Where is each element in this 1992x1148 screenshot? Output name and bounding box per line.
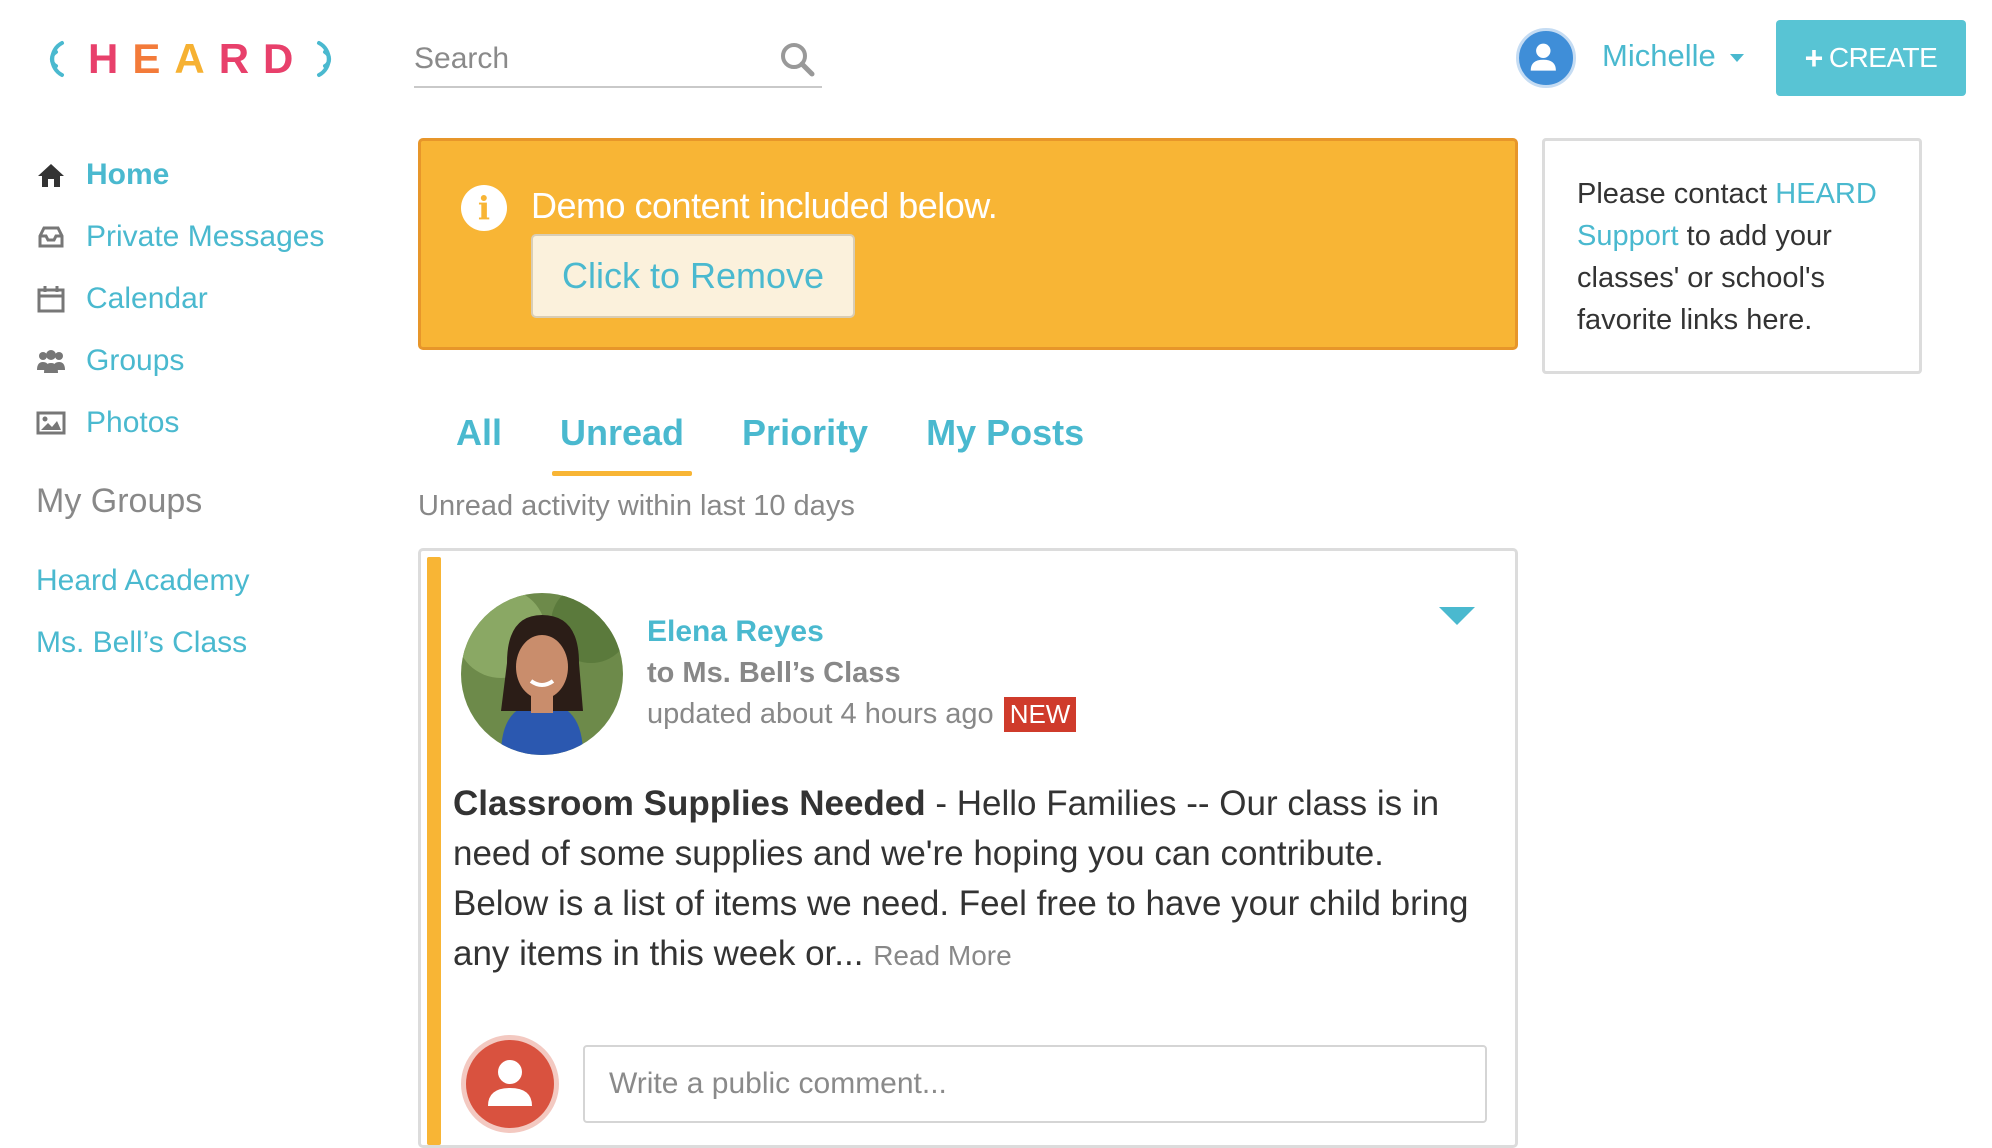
photo-icon (36, 408, 66, 438)
wave-left-icon (49, 41, 64, 77)
sidebar-item-private-messages[interactable]: Private Messages (36, 206, 356, 268)
chevron-down-icon[interactable] (1439, 607, 1475, 625)
tab-priority[interactable]: Priority (742, 412, 868, 466)
sidebar-item-photos[interactable]: Photos (36, 392, 356, 454)
user-avatar[interactable] (1516, 28, 1576, 88)
feed-subtitle: Unread activity within last 10 days (418, 490, 855, 522)
create-button[interactable]: + CREATE (1776, 20, 1966, 96)
author-avatar[interactable] (461, 593, 623, 755)
post-separator: - (925, 784, 957, 823)
post-title[interactable]: Classroom Supplies Needed (453, 784, 926, 823)
post-body: Classroom Supplies Needed - Hello Famili… (453, 779, 1483, 981)
wave-right-icon (317, 41, 332, 77)
sidebar-item-label: Private Messages (86, 220, 325, 253)
sidebar-item-label: Photos (86, 406, 180, 439)
demo-banner: i Demo content included below. Click to … (418, 138, 1518, 350)
search-input[interactable] (414, 36, 754, 82)
user-name: Michelle (1602, 38, 1716, 73)
favorites-text-before: Please contact (1577, 178, 1776, 210)
tab-my-posts[interactable]: My Posts (926, 412, 1084, 466)
favorite-links-box: Please contact HEARD Support to add your… (1542, 138, 1922, 374)
logo-letter: D (263, 35, 308, 82)
unread-stripe (427, 557, 441, 1145)
post-audience: to Ms. Bell’s Class (647, 657, 901, 689)
home-icon (36, 160, 66, 190)
info-icon: i (461, 185, 507, 231)
logo-letter: R (218, 35, 264, 82)
post-meta: updated about 4 hours ago NEW (647, 697, 1077, 732)
users-icon (36, 346, 66, 376)
inbox-icon (36, 222, 66, 252)
commenter-avatar (461, 1035, 559, 1133)
post-author[interactable]: Elena Reyes (647, 615, 824, 649)
plus-icon: + (1804, 39, 1824, 76)
heard-logo[interactable]: HEARD (42, 34, 339, 84)
new-badge: NEW (1003, 697, 1077, 732)
logo-letter: E (132, 35, 175, 82)
sidebar-item-home[interactable]: Home (36, 144, 356, 206)
feed-tabs: All Unread Priority My Posts (456, 412, 1142, 476)
sidebar-item-label: Calendar (86, 282, 208, 315)
user-menu[interactable]: Michelle (1602, 36, 1744, 76)
search-icon[interactable] (778, 40, 818, 80)
search-bar (414, 36, 822, 88)
logo-letter: H (88, 35, 133, 82)
group-link-heard-academy[interactable]: Heard Academy (36, 564, 249, 598)
calendar-icon (36, 284, 66, 314)
logo-letter: A (174, 35, 219, 82)
read-more-link[interactable]: Read More (873, 940, 1012, 971)
sidebar-item-calendar[interactable]: Calendar (36, 268, 356, 330)
remove-demo-button[interactable]: Click to Remove (531, 234, 855, 318)
post-card: Elena Reyes to Ms. Bell’s Class updated … (418, 548, 1518, 1148)
sidebar-item-groups[interactable]: Groups (36, 330, 356, 392)
user-icon (1530, 43, 1556, 71)
banner-message: Demo content included below. (531, 185, 998, 226)
sidebar-item-label: Groups (86, 344, 185, 377)
logo-text: HEARD (88, 34, 307, 84)
tab-unread[interactable]: Unread (552, 412, 693, 476)
create-label: CREATE (1828, 42, 1938, 73)
my-groups-heading: My Groups (36, 482, 203, 520)
post-timestamp: updated about 4 hours ago (647, 698, 994, 730)
sidebar-nav: Home Private Messages Calendar Groups Ph… (36, 144, 356, 454)
chevron-down-icon (1729, 54, 1744, 62)
user-icon (488, 1060, 532, 1106)
comment-input[interactable] (583, 1045, 1487, 1123)
sidebar-item-label: Home (86, 158, 170, 191)
group-link-ms-bells-class[interactable]: Ms. Bell’s Class (36, 626, 247, 660)
tab-all[interactable]: All (456, 412, 502, 466)
